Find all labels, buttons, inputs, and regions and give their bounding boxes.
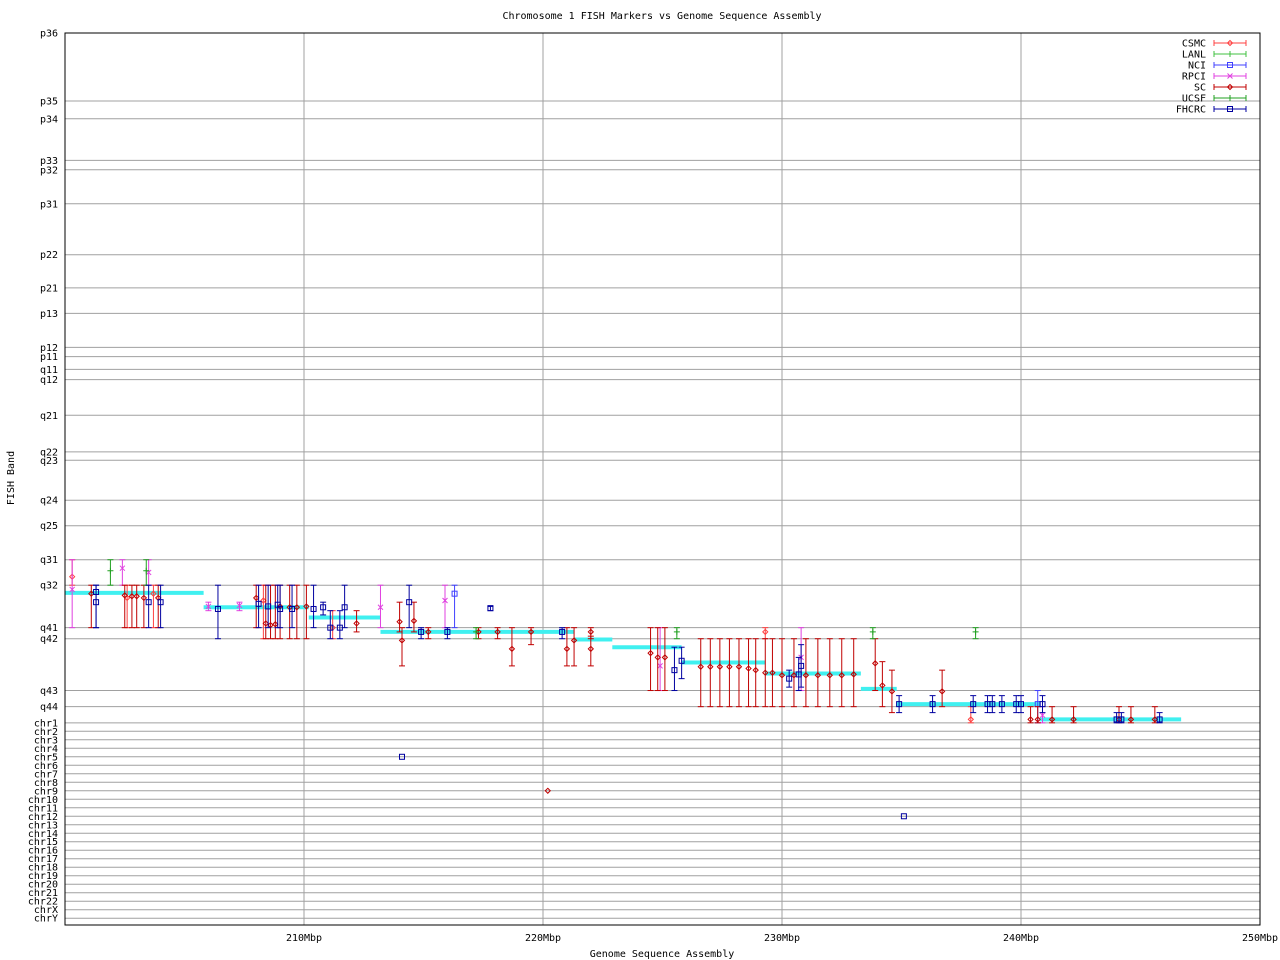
legend-label: FHCRC <box>1176 105 1206 116</box>
y-tick-label: q23 <box>40 456 58 467</box>
data-point <box>673 628 680 635</box>
y-tick-label: q41 <box>40 623 58 634</box>
series-csmc <box>68 559 975 724</box>
y-tick-label: q32 <box>40 581 58 592</box>
data-point <box>869 628 876 635</box>
y-tick-label: q25 <box>40 521 58 532</box>
legend-marker <box>1227 95 1233 101</box>
y-tick-label: p13 <box>40 309 58 320</box>
legend-label: SC <box>1194 83 1206 94</box>
x-axis-label: Genome Sequence Assembly <box>590 949 735 960</box>
chart-title: Chromosome 1 FISH Markers vs Genome Sequ… <box>502 11 821 22</box>
marker-layer <box>68 559 1163 820</box>
y-tick-label: q21 <box>40 411 58 422</box>
y-tick-label: chrY <box>34 914 58 925</box>
x-tick-label: 250Mbp <box>1242 933 1278 944</box>
y-tick-label: q12 <box>40 375 58 386</box>
legend-marker <box>1227 51 1233 57</box>
series-fhcrc <box>93 584 1163 820</box>
legend-label: UCSF <box>1182 94 1206 105</box>
axis-layer: p36p35p34p33p32p31p22p21p13p12p11q11q12q… <box>28 29 1278 945</box>
y-tick-label: p35 <box>40 96 58 107</box>
y-tick-label: q24 <box>40 496 58 507</box>
series-sc <box>88 584 1159 794</box>
legend-label: LANL <box>1182 50 1206 61</box>
y-tick-label: p32 <box>40 165 58 176</box>
y-tick-label: q43 <box>40 686 58 697</box>
y-axis-label: FISH Band <box>6 451 17 505</box>
y-tick-label: p34 <box>40 114 58 125</box>
legend-label: CSMC <box>1182 39 1206 50</box>
y-tick-label: q42 <box>40 634 58 645</box>
y-tick-label: p22 <box>40 250 58 261</box>
x-tick-label: 220Mbp <box>525 933 561 944</box>
fish-markers-chart: p36p35p34p33p32p31p22p21p13p12p11q11q12q… <box>6 11 1278 960</box>
grid-layer <box>65 32 1261 925</box>
legend-label: NCI <box>1188 61 1206 72</box>
y-tick-label: q31 <box>40 555 58 566</box>
y-tick-label: q44 <box>40 702 58 713</box>
data-point <box>972 628 979 635</box>
legend: CSMCLANLNCIRPCISCUCSFFHCRC <box>1176 39 1247 116</box>
y-tick-label: p36 <box>40 29 58 40</box>
y-tick-label: p21 <box>40 283 58 294</box>
x-tick-label: 230Mbp <box>764 933 800 944</box>
x-tick-label: 240Mbp <box>1003 933 1039 944</box>
assembly-layer <box>65 590 1182 722</box>
y-tick-label: p11 <box>40 352 58 363</box>
y-tick-label: p31 <box>40 199 58 210</box>
x-tick-label: 210Mbp <box>286 933 322 944</box>
data-point <box>107 567 114 574</box>
legend-label: RPCI <box>1182 72 1206 83</box>
